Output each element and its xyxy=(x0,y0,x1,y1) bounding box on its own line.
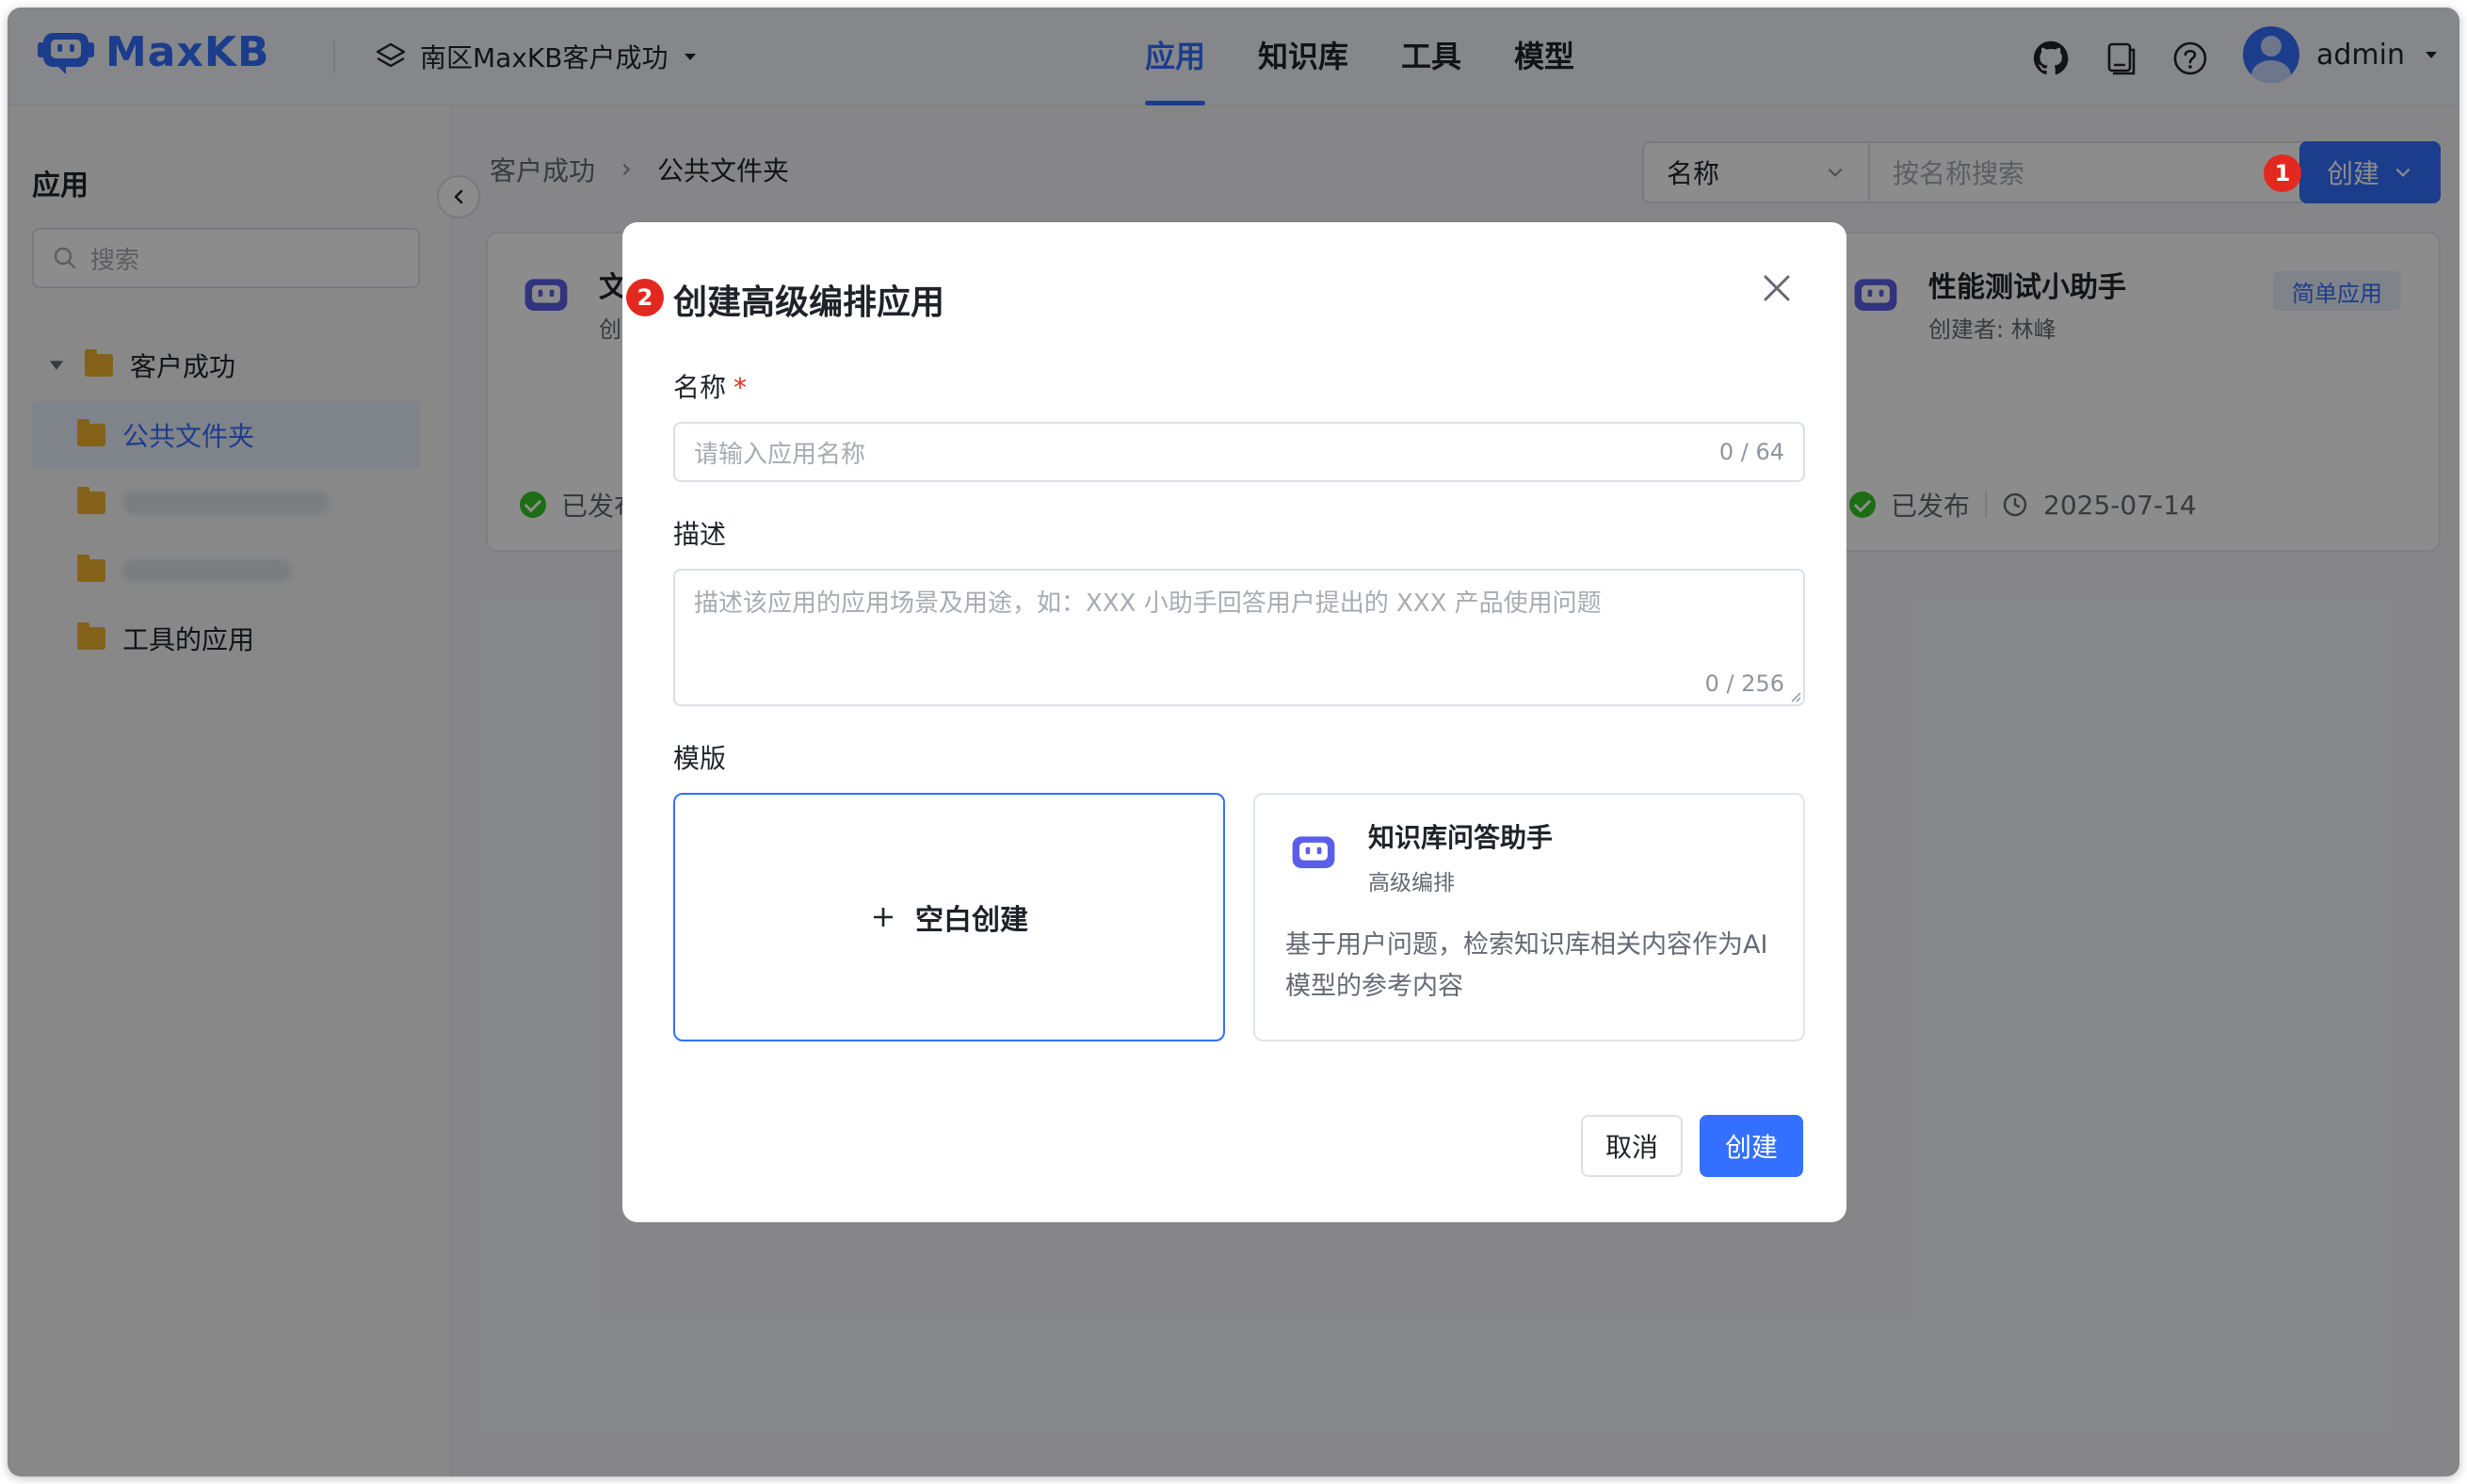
template-kb-title: 知识库问答助手 xyxy=(1368,822,1554,853)
resize-handle-icon[interactable] xyxy=(1788,689,1801,702)
name-label-text: 名称 xyxy=(673,372,727,403)
confirm-create-button[interactable]: 创建 xyxy=(1700,1115,1803,1177)
template-kb-subtitle: 高级编排 xyxy=(1368,871,1455,895)
app-description-placeholder: 描述该应用的应用场景及用途，如：XXX 小助手回答用户提出的 XXX 产品使用问… xyxy=(694,589,1602,618)
cancel-button[interactable]: 取消 xyxy=(1581,1115,1683,1177)
required-mark: * xyxy=(734,372,748,403)
app-name-placeholder: 请输入应用名称 xyxy=(694,440,866,469)
step-badge-1: 1 xyxy=(2264,154,2301,192)
plus-icon xyxy=(874,908,893,927)
name-char-count: 0 / 64 xyxy=(1718,439,1784,465)
app-description-textarea[interactable]: 描述该应用的应用场景及用途，如：XXX 小助手回答用户提出的 XXX 产品使用问… xyxy=(673,569,1805,706)
dialog-title: 创建高级编排应用 xyxy=(673,283,945,322)
template-kb-description: 基于用户问题，检索知识库相关内容作为AI模型的参考内容 xyxy=(1285,930,1768,1001)
template-blank-label: 空白创建 xyxy=(915,904,1028,937)
desc-label: 描述 xyxy=(673,519,727,550)
create-app-dialog: 2 创建高级编排应用 名称 * 请输入应用名称 0 / 64 描述 描述该应用的应… xyxy=(622,222,1846,1222)
close-icon[interactable] xyxy=(1758,269,1796,307)
app-window: MaxKB 南区MaxKB客户成功 应用 知识库 工具 模型 admin 应用 … xyxy=(8,8,2459,1476)
desc-char-count: 0 / 256 xyxy=(1704,670,1784,697)
name-label: 名称 * xyxy=(673,367,747,405)
robot-app-icon xyxy=(1292,836,1335,868)
template-label: 模版 xyxy=(673,743,727,774)
app-name-input[interactable]: 请输入应用名称 0 / 64 xyxy=(673,422,1805,482)
template-blank-card[interactable]: 空白创建 xyxy=(673,793,1225,1041)
template-kb-assistant-card[interactable]: 知识库问答助手 高级编排 基于用户问题，检索知识库相关内容作为AI模型的参考内容 xyxy=(1253,793,1805,1041)
step-badge-2: 2 xyxy=(626,279,664,316)
